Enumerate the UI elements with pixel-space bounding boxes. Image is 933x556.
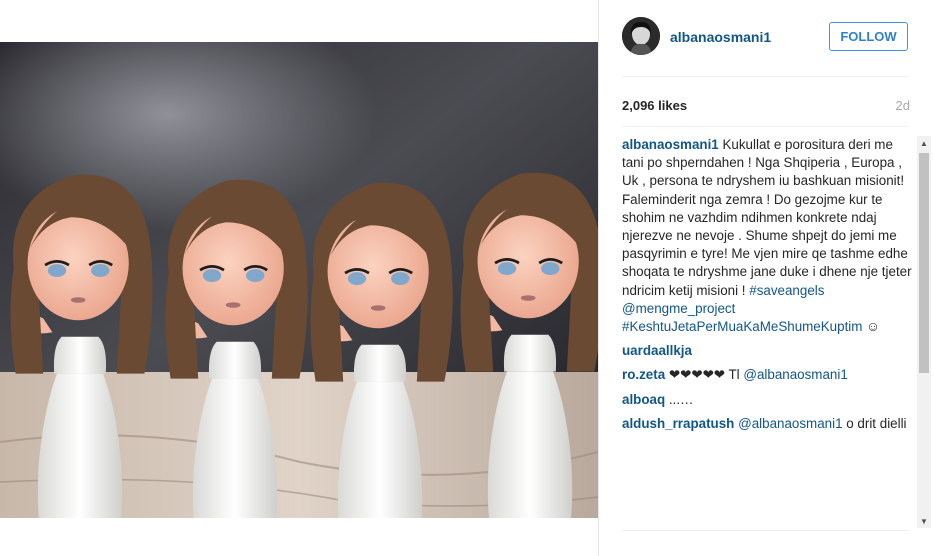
- comment-text: ...…: [668, 391, 694, 407]
- photo-figurines-image: [0, 42, 598, 518]
- post-photo[interactable]: [0, 42, 598, 518]
- caption-username-link[interactable]: albanaosmani1: [622, 137, 719, 152]
- scroll-down-icon[interactable]: ▼: [917, 514, 931, 528]
- follow-button[interactable]: FOLLOW: [829, 22, 908, 51]
- comment-username-link[interactable]: alboaq: [622, 392, 665, 407]
- list-item: alboaq ...…: [622, 391, 914, 409]
- post-timestamp[interactable]: 2d: [896, 98, 910, 113]
- list-item: aldush_rrapatush @albanaosmani1 o drit d…: [622, 415, 914, 433]
- comments-scrollbar[interactable]: ▲ ▼: [917, 136, 931, 528]
- comments-list: albanaosmani1 Kukullat e porositura deri…: [622, 136, 914, 528]
- comment-username-link[interactable]: ro.zeta: [622, 367, 665, 382]
- scrollbar-thumb[interactable]: [919, 153, 929, 373]
- comment-text: ❤❤❤❤❤ Tl: [668, 367, 744, 383]
- mention-link[interactable]: @albanaosmani1: [743, 367, 847, 382]
- photo-pane: [0, 0, 598, 556]
- hashtag-link[interactable]: #saveangels: [749, 283, 824, 298]
- avatar[interactable]: [622, 17, 660, 55]
- divider: [622, 76, 909, 77]
- comment-username-link[interactable]: aldush_rrapatush: [622, 416, 734, 431]
- caption-text: Kukullat e porositura deri me tani po sh…: [622, 137, 912, 298]
- avatar-image: [622, 17, 660, 55]
- comment-username-link[interactable]: uardaallkja: [622, 343, 692, 358]
- post-header: albanaosmani1 FOLLOW: [599, 0, 933, 76]
- mention-link[interactable]: @albanaosmani1: [738, 416, 842, 431]
- hashtag-link[interactable]: #KeshtuJetaPerMuaKaMeShumeKuptim: [622, 319, 862, 334]
- list-item: ro.zeta ❤❤❤❤❤ Tl @albanaosmani1: [622, 366, 914, 384]
- comment-text: o drit dielli: [842, 415, 907, 431]
- header-username-link[interactable]: albanaosmani1: [670, 29, 771, 45]
- caption-comment: albanaosmani1 Kukullat e porositura deri…: [622, 136, 914, 336]
- likes-count[interactable]: 2,096 likes: [622, 98, 687, 113]
- divider: [622, 530, 909, 531]
- mention-link[interactable]: @mengme_project: [622, 301, 735, 316]
- scroll-up-icon[interactable]: ▲: [917, 136, 931, 150]
- divider: [622, 126, 909, 127]
- smile-emoji-icon: ☺: [866, 319, 880, 335]
- list-item: uardaallkja: [622, 342, 914, 360]
- post-details-pane: albanaosmani1 FOLLOW 2,096 likes 2d alba…: [599, 0, 933, 556]
